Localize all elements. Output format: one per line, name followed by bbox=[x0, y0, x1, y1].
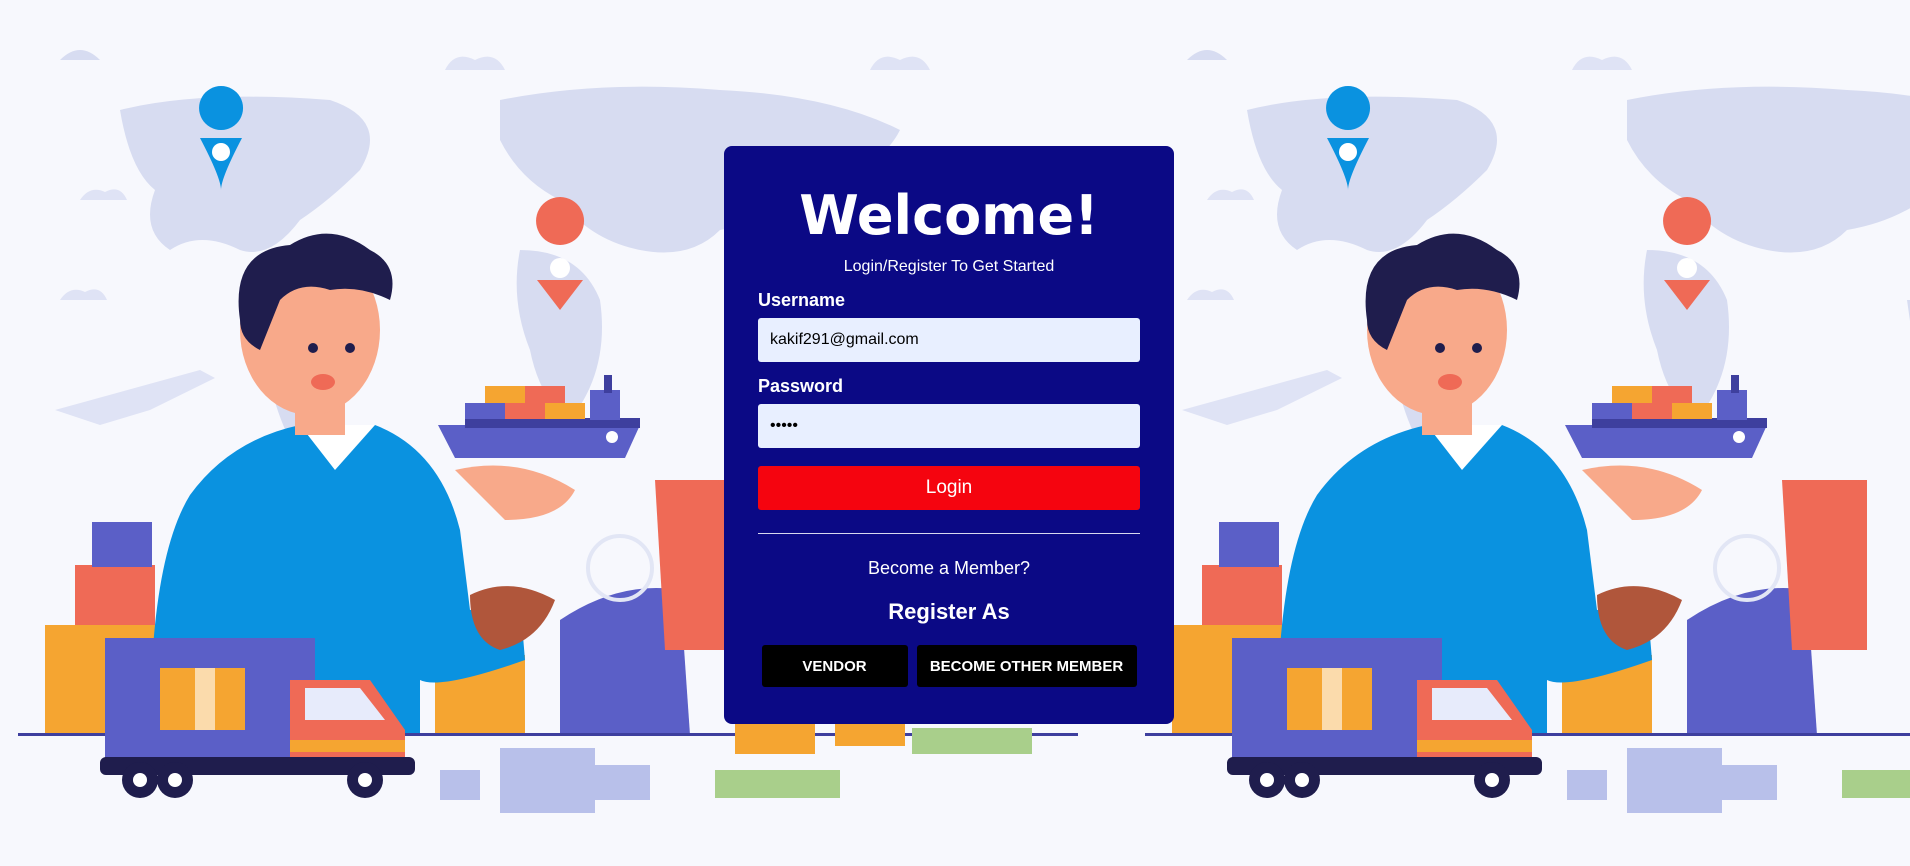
welcome-title: Welcome! bbox=[799, 184, 1099, 247]
password-label: Password bbox=[758, 376, 844, 396]
password-input[interactable] bbox=[758, 404, 1140, 448]
login-card: Welcome! Login/Register To Get Started U… bbox=[724, 146, 1174, 724]
register-heading: Register As bbox=[888, 599, 1010, 624]
login-subtitle: Login/Register To Get Started bbox=[843, 258, 1055, 275]
become-other-member-button[interactable]: BECOME OTHER MEMBER bbox=[916, 645, 1137, 687]
vendor-button[interactable]: VENDOR bbox=[761, 645, 908, 687]
login-button[interactable]: Login bbox=[758, 466, 1140, 510]
member-prompt: Become a Member? bbox=[867, 558, 1031, 578]
username-input[interactable] bbox=[758, 318, 1140, 362]
username-label: Username bbox=[758, 290, 846, 310]
register-button-row: VENDOR BECOME OTHER MEMBER bbox=[758, 645, 1140, 687]
divider bbox=[758, 533, 1140, 534]
